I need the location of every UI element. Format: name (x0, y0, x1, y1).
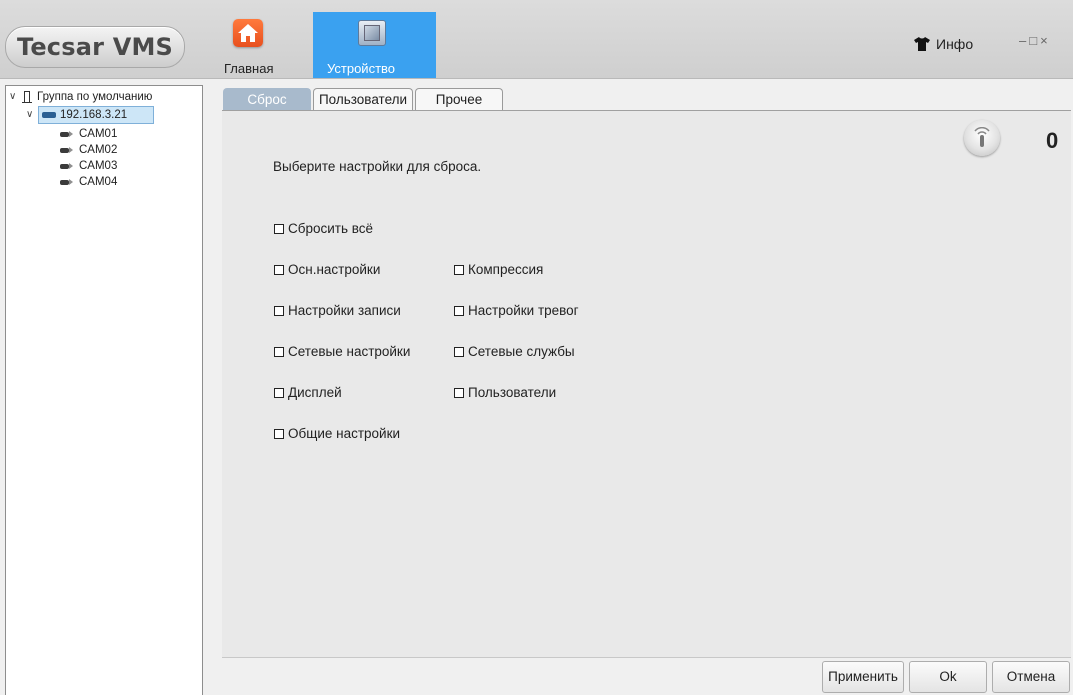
chevron-down-icon[interactable]: ∨ (9, 89, 21, 105)
nav-home-label: Главная (224, 61, 274, 76)
top-bar: Tecsar VMS Главная Устройство Инфо –□× (0, 0, 1073, 79)
checkbox-box[interactable] (274, 223, 284, 234)
window-controls: –□× (1019, 33, 1051, 48)
checkbox-label: Компрессия (468, 262, 544, 277)
checkbox-label: Сетевые службы (468, 344, 575, 359)
tab-users[interactable]: Пользователи (313, 88, 413, 111)
alarm-speaker-icon[interactable] (964, 120, 1000, 156)
checkbox-label: Осн.настройки (288, 262, 381, 277)
tree-camera-row[interactable]: CAM04 (60, 174, 117, 190)
checkbox-label: Сетевые настройки (288, 344, 411, 359)
tree-camera-label: CAM03 (79, 160, 118, 172)
checkbox-box[interactable] (454, 346, 464, 357)
users-checkbox[interactable]: Пользователи (454, 385, 556, 400)
checkbox-label: Настройки записи (288, 303, 401, 318)
checkbox-box[interactable] (274, 346, 284, 357)
network-services-checkbox[interactable]: Сетевые службы (454, 344, 575, 359)
nav-device-button[interactable]: Устройство (313, 12, 436, 78)
apply-button[interactable]: Применить (822, 661, 904, 693)
record-settings-checkbox[interactable]: Настройки записи (274, 303, 401, 318)
maximize-button[interactable]: □ (1029, 33, 1040, 48)
checkbox-box[interactable] (454, 264, 464, 275)
checkbox-box[interactable] (274, 264, 284, 275)
group-icon (22, 91, 32, 103)
tree-device-selected[interactable]: 192.168.3.21 (38, 106, 155, 124)
app-logo: Tecsar VMS (5, 26, 185, 68)
reset-intro-text: Выберите настройки для сброса. (273, 159, 482, 174)
device-tree: ∨ Группа по умолчанию ∨ 192.168.3.21 CAM… (5, 85, 203, 695)
network-settings-checkbox[interactable]: Сетевые настройки (274, 344, 410, 359)
camera-icon (60, 130, 74, 138)
alarm-settings-checkbox[interactable]: Настройки тревог (454, 303, 579, 318)
close-button[interactable]: × (1040, 33, 1051, 48)
display-checkbox[interactable]: Дисплей (274, 385, 342, 400)
cancel-button[interactable]: Отмена (992, 661, 1070, 693)
reset-all-checkbox[interactable]: Сбросить всё (274, 221, 373, 236)
app-logo-text: Tecsar VMS (16, 33, 174, 61)
reset-panel: Выберите настройки для сброса. Сбросить … (222, 110, 1071, 658)
checkbox-box[interactable] (454, 387, 464, 398)
checkbox-label: Дисплей (288, 385, 342, 400)
tree-group-label: Группа по умолчанию (37, 91, 153, 103)
info-label: Инфо (936, 36, 974, 52)
checkbox-label: Настройки тревог (468, 303, 579, 318)
nav-device-label: Устройство (327, 61, 396, 76)
device-settings-icon (358, 20, 386, 46)
tree-camera-row[interactable]: CAM01 (60, 126, 117, 142)
checkbox-box[interactable] (274, 428, 284, 439)
chevron-down-icon[interactable]: ∨ (26, 107, 38, 123)
info-button[interactable]: Инфо (914, 36, 973, 52)
checkbox-box[interactable] (454, 305, 464, 316)
compression-checkbox[interactable]: Компрессия (454, 262, 543, 277)
checkbox-label: Общие настройки (288, 426, 401, 441)
camera-icon (60, 146, 74, 154)
tree-camera-label: CAM04 (79, 176, 118, 188)
tree-device-label: 192.168.3.21 (60, 109, 128, 121)
checkbox-label: Сбросить всё (288, 221, 374, 236)
nav-home-button[interactable]: Главная (218, 12, 286, 78)
ip-device-icon (42, 112, 56, 118)
camera-icon (60, 162, 74, 170)
tab-other[interactable]: Прочее (415, 88, 503, 111)
shirt-icon (914, 37, 930, 51)
general-settings-checkbox[interactable]: Общие настройки (274, 426, 400, 441)
tree-device-row[interactable]: ∨ 192.168.3.21 (26, 106, 155, 124)
tree-camera-row[interactable]: CAM03 (60, 158, 117, 174)
tree-group-row[interactable]: ∨ Группа по умолчанию (9, 89, 152, 105)
ok-button[interactable]: Ok (909, 661, 987, 693)
tab-reset[interactable]: Сброс (223, 88, 311, 111)
alarm-count: 0 (1046, 128, 1059, 153)
minimize-button[interactable]: – (1019, 33, 1029, 48)
checkbox-box[interactable] (274, 305, 284, 316)
camera-icon (60, 178, 74, 186)
checkbox-box[interactable] (274, 387, 284, 398)
tree-camera-label: CAM01 (79, 128, 118, 140)
basic-settings-checkbox[interactable]: Осн.настройки (274, 262, 380, 277)
tree-camera-label: CAM02 (79, 144, 118, 156)
checkbox-label: Пользователи (468, 385, 557, 400)
home-icon (233, 19, 263, 47)
tree-camera-row[interactable]: CAM02 (60, 142, 117, 158)
